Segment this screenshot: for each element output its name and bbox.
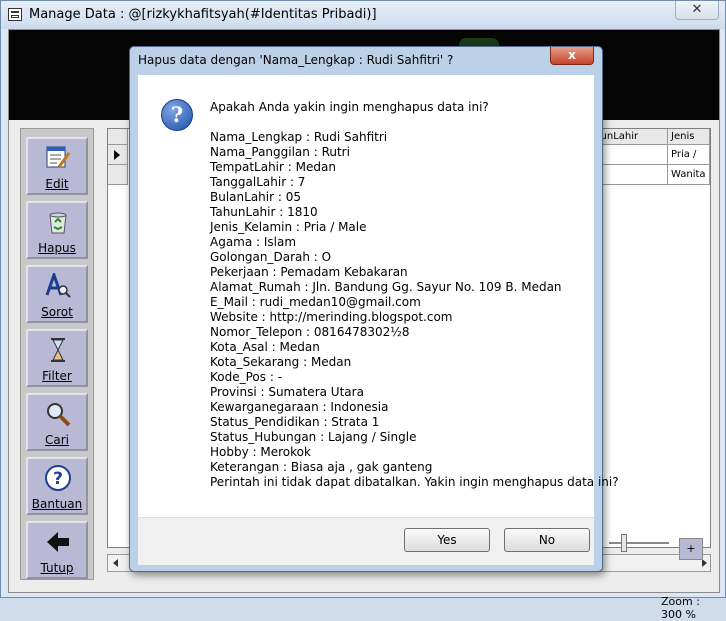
tutup-button[interactable]: Tutup xyxy=(26,521,88,579)
grid-corner xyxy=(108,129,128,145)
row-selector-current[interactable] xyxy=(108,145,128,165)
field-line: Jenis_Kelamin : Pria / Male xyxy=(210,220,367,234)
question-icon: ? xyxy=(161,99,193,131)
sorot-button[interactable]: Sorot xyxy=(26,265,88,323)
field-line: Alamat_Rumah : Jln. Bandung Gg. Sayur No… xyxy=(210,280,562,294)
field-line: Kota_Sekarang : Medan xyxy=(210,355,352,369)
dialog-question: Apakah Anda yakin ingin menghapus data i… xyxy=(210,100,489,114)
grid-header-jenis[interactable]: Jenis xyxy=(668,129,710,145)
edit-label: Edit xyxy=(45,177,69,191)
edit-button[interactable]: Edit xyxy=(26,137,88,195)
bantuan-label: Bantuan xyxy=(31,497,83,511)
confirmation-warning: Perintah ini tidak dapat dibatalkan. Yak… xyxy=(210,475,619,489)
bantuan-button[interactable]: ? Bantuan xyxy=(26,457,88,515)
arrow-left-icon xyxy=(47,532,69,552)
magnifier-icon xyxy=(47,403,71,427)
no-button[interactable]: No xyxy=(504,528,590,552)
zoom-in-button[interactable]: + xyxy=(679,538,703,560)
field-line: TanggalLahir : 7 xyxy=(210,175,306,189)
filter-label: Filter xyxy=(42,369,72,383)
field-line: E_Mail : rudi_medan10@gmail.com xyxy=(210,295,421,309)
hapus-button[interactable]: Hapus xyxy=(26,201,88,259)
tutup-label: Tutup xyxy=(40,561,74,575)
field-line: Status_Hubungan : Lajang / Single xyxy=(210,430,417,444)
recycle-bin-icon xyxy=(49,212,67,234)
row-selector[interactable] xyxy=(108,165,128,185)
delete-confirm-dialog: Hapus data dengan 'Nama_Lengkap : Rudi S… xyxy=(129,46,619,572)
main-close-button[interactable]: ✕ xyxy=(675,1,719,20)
yes-button[interactable]: Yes xyxy=(404,528,490,552)
field-line: Nama_Panggilan : Rutri xyxy=(210,145,350,159)
cari-button[interactable]: Cari xyxy=(26,393,88,451)
field-line: Nama_Lengkap : Rudi Sahfitri xyxy=(210,130,388,144)
highlight-search-icon xyxy=(45,273,71,298)
field-line: Status_Pendidikan : Strata 1 xyxy=(210,415,380,429)
sorot-label: Sorot xyxy=(41,305,73,319)
filter-button[interactable]: Filter xyxy=(26,329,88,387)
field-line: Kota_Asal : Medan xyxy=(210,340,320,354)
field-line: Hobby : Merokok xyxy=(210,445,311,459)
field-line: Keterangan : Biasa aja , gak ganteng xyxy=(210,460,433,474)
field-line: BulanLahir : 05 xyxy=(210,190,301,204)
edit-form-icon xyxy=(46,146,71,168)
svg-text:?: ? xyxy=(53,469,63,489)
zoom-slider-track[interactable] xyxy=(609,542,669,544)
field-line: Pekerjaan : Pemadam Kebakaran xyxy=(210,265,408,279)
field-line: Agama : Islam xyxy=(210,235,297,249)
hapus-label: Hapus xyxy=(38,241,76,255)
dialog-button-bar: Yes No xyxy=(138,517,594,565)
field-line: Kode_Pos : - xyxy=(210,370,283,384)
field-line: Kewarganegaraan : Indonesia xyxy=(210,400,389,414)
field-line: TahunLahir : 1810 xyxy=(210,205,318,219)
dialog-close-button[interactable]: x xyxy=(550,47,594,65)
scroll-left-icon[interactable] xyxy=(113,559,118,567)
record-field-list: Nama_Lengkap : Rudi Sahfitri Nama_Panggi… xyxy=(210,130,619,490)
field-line: Nomor_Telepon : 0816478302½8 xyxy=(210,325,410,339)
zoom-slider-thumb[interactable] xyxy=(621,534,627,552)
field-line: Golongan_Darah : O xyxy=(210,250,332,264)
left-toolbar: Edit Hapus Sorot Filter Cari ? Bantuan T… xyxy=(20,128,94,580)
hourglass-icon xyxy=(51,338,65,362)
main-window-title: Manage Data : @[rizkykhafitsyah(#Identit… xyxy=(29,7,377,22)
zoom-level-label: Zoom : 300 % xyxy=(661,595,700,621)
main-title-bar[interactable]: Manage Data : @[rizkykhafitsyah(#Identit… xyxy=(1,1,725,29)
app-icon xyxy=(8,8,22,21)
field-line: TempatLahir : Medan xyxy=(210,160,336,174)
help-icon: ? xyxy=(45,465,71,491)
scroll-right-icon[interactable] xyxy=(702,559,707,567)
grid-cell[interactable]: Wanita xyxy=(668,165,710,185)
grid-cell[interactable]: Pria / xyxy=(668,145,710,165)
current-row-arrow-icon xyxy=(114,150,120,160)
dialog-body: ? Apakah Anda yakin ingin menghapus data… xyxy=(138,75,619,517)
cari-label: Cari xyxy=(45,433,69,447)
dialog-title: Hapus data dengan 'Nama_Lengkap : Rudi S… xyxy=(138,53,454,67)
field-line: Website : http://merinding.blogspot.com xyxy=(210,310,453,324)
field-line: Provinsi : Sumatera Utara xyxy=(210,385,364,399)
